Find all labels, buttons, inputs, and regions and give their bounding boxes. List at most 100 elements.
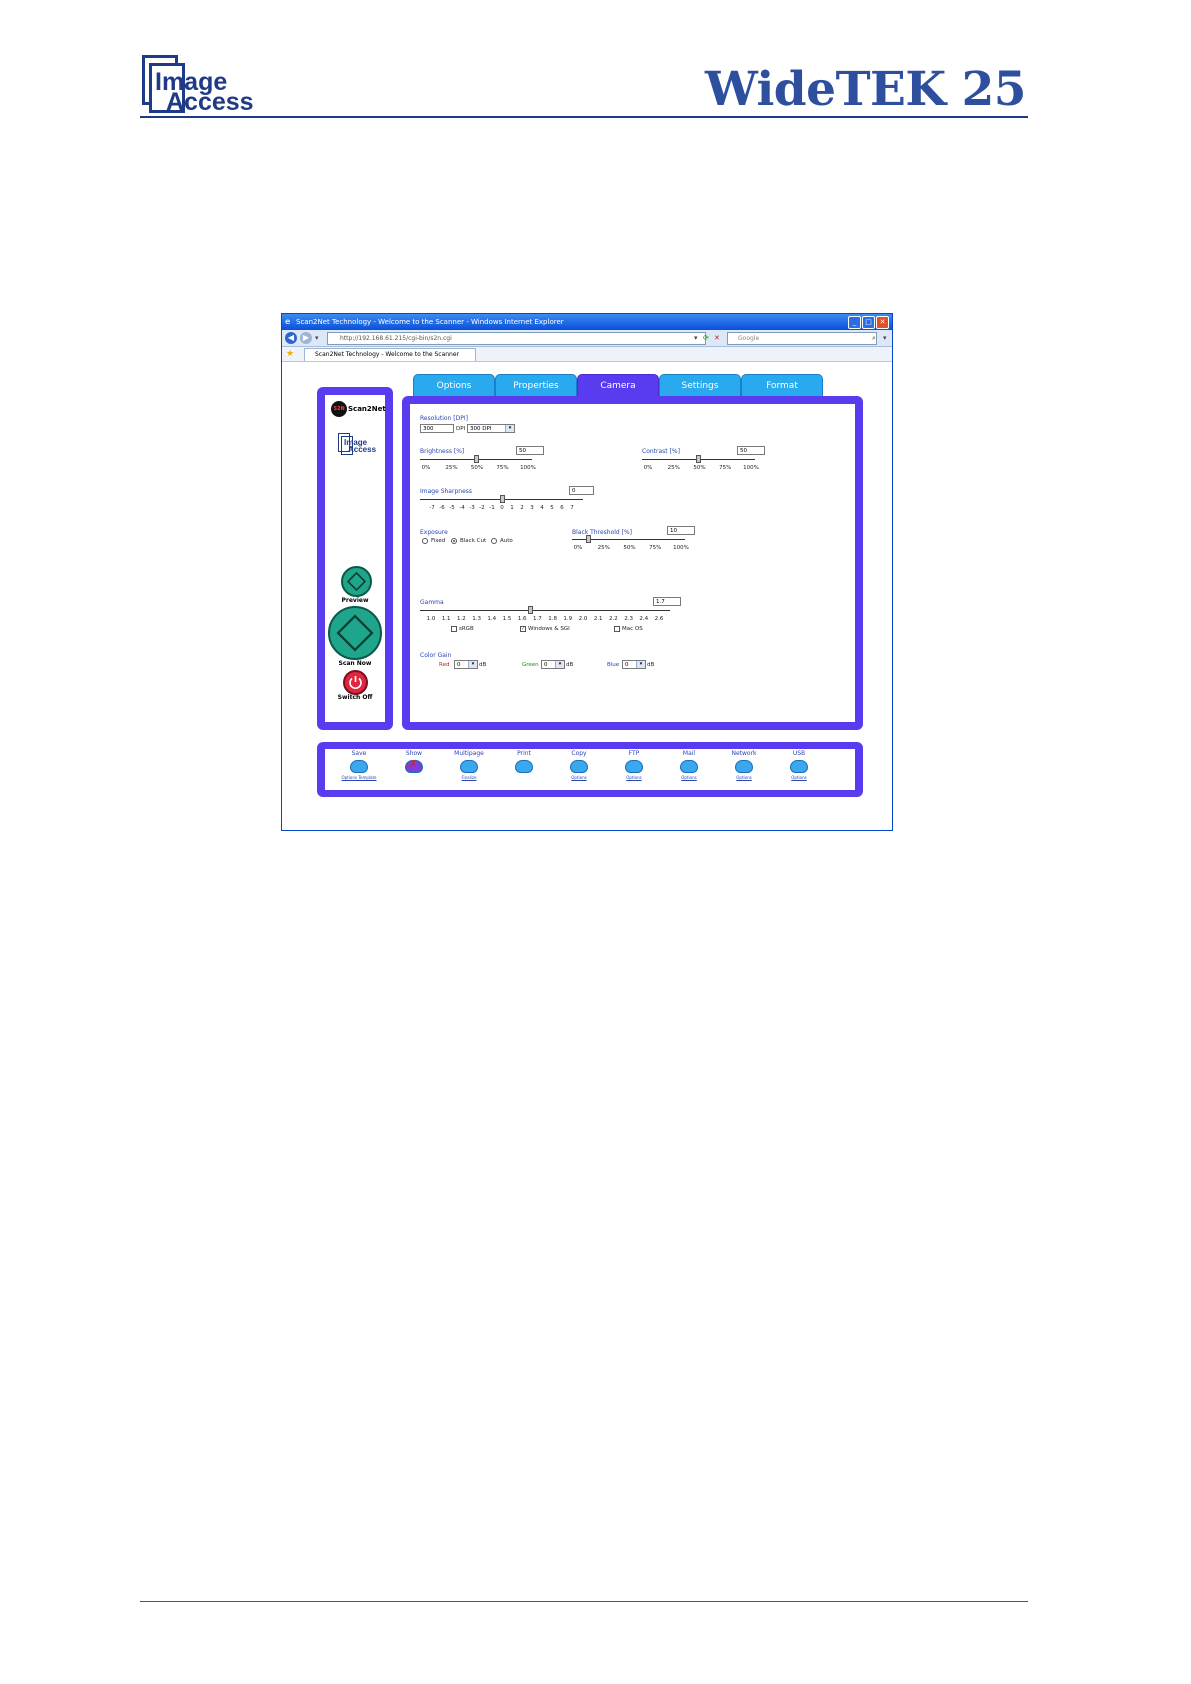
destination-network[interactable]: Network Options xyxy=(722,750,766,780)
switch-off-button[interactable] xyxy=(343,670,368,695)
maximize-button[interactable]: □ xyxy=(862,316,875,329)
blue-gain-select[interactable]: 0 ▾ xyxy=(622,660,646,669)
tab-settings[interactable]: Settings xyxy=(659,374,741,397)
show-disabled-icon[interactable] xyxy=(405,759,423,773)
gamma-slider-track[interactable] xyxy=(420,610,670,611)
black-threshold-input[interactable]: 10 xyxy=(667,526,695,535)
cloud-icon[interactable] xyxy=(515,760,533,773)
destination-options-link[interactable]: Options xyxy=(667,775,711,780)
gamma-windows-checkbox[interactable]: ✓ xyxy=(520,626,526,632)
minimize-button[interactable]: _ xyxy=(848,316,861,329)
exposure-black-cut-radio[interactable] xyxy=(451,538,457,544)
exposure-auto-label: Auto xyxy=(500,538,513,544)
destination-show[interactable]: Show xyxy=(392,750,436,773)
destination-options-link[interactable]: Options xyxy=(777,775,821,780)
green-gain-select[interactable]: 0 ▾ xyxy=(541,660,565,669)
close-button[interactable]: ✕ xyxy=(876,316,889,329)
cloud-icon[interactable] xyxy=(625,760,643,773)
back-icon[interactable]: ◀ xyxy=(285,332,297,344)
destination-options-link[interactable]: Options xyxy=(612,775,656,780)
stop-icon[interactable]: ✕ xyxy=(714,333,720,343)
power-icon xyxy=(349,676,362,690)
cloud-icon[interactable] xyxy=(790,760,808,773)
cloud-icon[interactable] xyxy=(680,760,698,773)
search-options-icon[interactable]: ▾ xyxy=(883,333,887,343)
scan-now-label: Scan Now xyxy=(338,660,372,667)
favorites-star-icon[interactable]: ★ xyxy=(286,348,294,360)
search-icon[interactable]: ⌕ xyxy=(872,333,876,343)
destination-label: Network xyxy=(731,750,757,757)
destination-ftp[interactable]: FTP Options xyxy=(612,750,656,780)
tab-format[interactable]: Format xyxy=(741,374,823,397)
brightness-input[interactable]: 50 xyxy=(516,446,544,455)
sharpness-input[interactable]: 0 xyxy=(569,486,594,495)
cloud-icon[interactable] xyxy=(350,760,368,773)
blue-gain-label: Blue xyxy=(607,662,620,668)
destination-options-link[interactable]: Options xyxy=(557,775,601,780)
gamma-slider-thumb[interactable] xyxy=(528,606,534,614)
black-threshold-label: Black Threshold [%] xyxy=(572,529,632,536)
destination-copy[interactable]: Copy Options xyxy=(557,750,601,780)
resolution-select[interactable]: 300 DPI ▾ xyxy=(467,424,515,433)
sharpness-slider-thumb[interactable] xyxy=(499,495,505,503)
gamma-tick-label: 2.3 xyxy=(624,616,633,622)
destination-options-link[interactable]: Options Template xyxy=(337,775,381,780)
address-input[interactable]: http://192.168.61.215/cgi-bin/s2n.cgi xyxy=(327,332,706,345)
resolution-select-value: 300 DPI xyxy=(470,426,492,432)
exposure-fixed-radio[interactable] xyxy=(422,538,428,544)
contrast-slider-thumb[interactable] xyxy=(696,455,701,463)
black-threshold-slider-thumb[interactable] xyxy=(585,535,591,543)
destinations-panel: Save Options Template Show Multipage Finaliz… xyxy=(317,742,863,797)
destination-save[interactable]: Save Options Template xyxy=(337,750,381,780)
gamma-tick-label: 1.7 xyxy=(533,616,542,622)
resolution-input[interactable]: 300 xyxy=(420,424,454,433)
destination-options-link[interactable]: Finalize xyxy=(447,775,491,780)
refresh-icon[interactable]: ⟳ xyxy=(703,333,709,343)
browser-tab[interactable]: Scan2Net Technology - Welcome to the Sca… xyxy=(304,348,476,361)
brightness-slider-thumb[interactable] xyxy=(473,455,479,463)
destination-label: Save xyxy=(351,750,367,757)
chevron-down-icon: ▾ xyxy=(555,661,564,668)
preview-button[interactable] xyxy=(341,566,372,597)
logo-line2: Access xyxy=(166,88,254,116)
scan-now-button[interactable] xyxy=(328,606,382,660)
cloud-icon[interactable] xyxy=(570,760,588,773)
gamma-tick-label: 1.2 xyxy=(457,616,466,622)
green-gain-label: Green xyxy=(522,662,539,668)
search-input[interactable]: Google xyxy=(727,332,877,345)
sharpness-tick-label: -6 xyxy=(439,505,445,511)
gamma-label: Gamma xyxy=(420,599,444,606)
contrast-input[interactable]: 50 xyxy=(737,446,765,455)
exposure-label: Exposure xyxy=(420,529,448,536)
address-dropdown-icon[interactable]: ▾ xyxy=(694,333,698,343)
destination-mail[interactable]: Mail Options xyxy=(667,750,711,780)
destination-options-link[interactable]: Options xyxy=(722,775,766,780)
resolution-label: Resolution [DPI] xyxy=(420,415,468,422)
browser-window: e Scan2Net Technology - Welcome to the S… xyxy=(281,313,893,831)
destination-print[interactable]: Print xyxy=(502,750,546,773)
color-gain-label: Color Gain xyxy=(420,652,452,659)
tab-properties[interactable]: Properties xyxy=(495,374,577,397)
red-gain-select[interactable]: 0 ▾ xyxy=(454,660,478,669)
cloud-icon[interactable] xyxy=(460,760,478,773)
gamma-windows-label: Windows & SGI xyxy=(528,626,570,632)
gamma-tick-label: 1.8 xyxy=(548,616,557,622)
tab-camera[interactable]: Camera xyxy=(577,374,659,397)
destination-usb[interactable]: USB Options xyxy=(777,750,821,780)
gamma-srgb-checkbox[interactable] xyxy=(451,626,457,632)
gamma-macos-checkbox[interactable] xyxy=(614,626,620,632)
destination-multipage[interactable]: Multipage Finalize xyxy=(447,750,491,780)
history-dropdown-icon[interactable]: ▾ xyxy=(315,333,319,343)
exposure-auto-radio[interactable] xyxy=(491,538,497,544)
sharpness-tick-label: 3 xyxy=(530,505,534,511)
gamma-input[interactable]: 1.7 xyxy=(653,597,681,606)
favorites-bar: ★ Scan2Net Technology - Welcome to the S… xyxy=(282,347,892,362)
forward-icon[interactable]: ▶ xyxy=(300,332,312,344)
chevron-down-icon: ▾ xyxy=(505,425,514,432)
destination-label: Show xyxy=(405,750,423,757)
contrast-tick-label: 75% xyxy=(719,465,732,471)
gamma-tick-label: 1.9 xyxy=(563,616,573,622)
tab-options[interactable]: Options xyxy=(413,374,495,397)
green-gain-unit: dB xyxy=(566,662,574,668)
cloud-icon[interactable] xyxy=(735,760,753,773)
